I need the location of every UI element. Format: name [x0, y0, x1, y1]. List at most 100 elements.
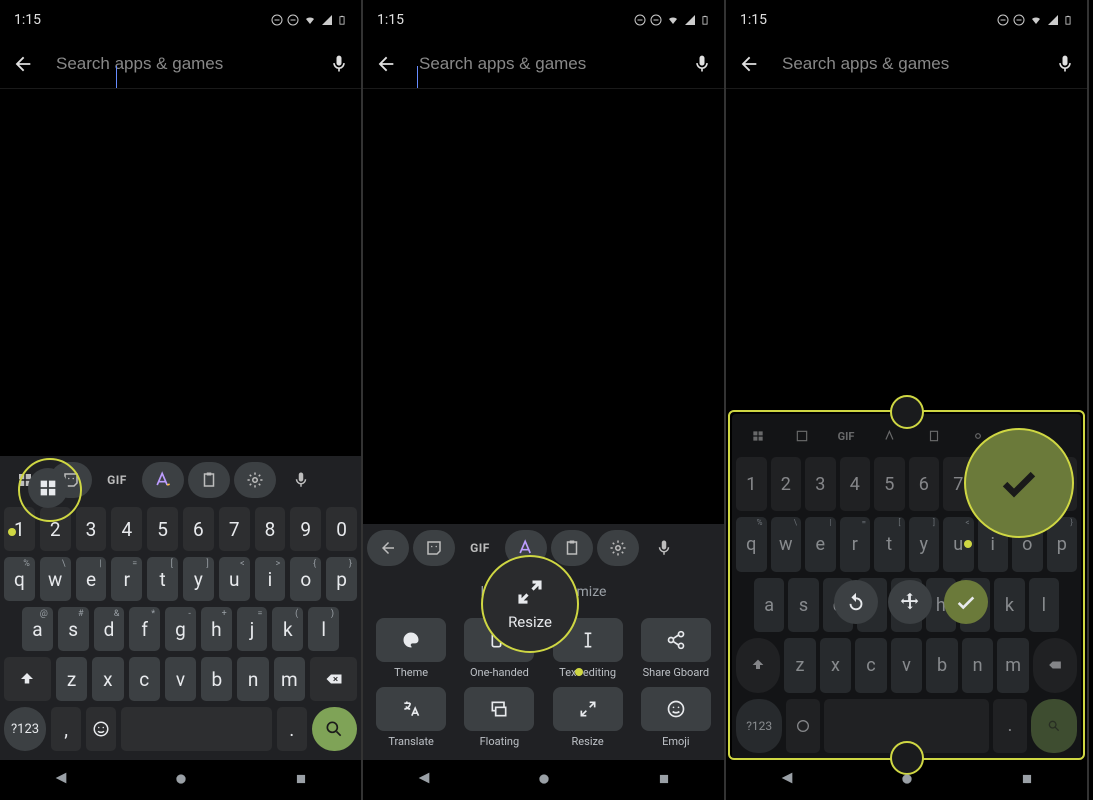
kb-row-num: 1 2 3 4 5 6 7 8 9 0 — [0, 504, 361, 554]
resize-handle-top[interactable] — [890, 395, 924, 429]
search-bar — [0, 40, 361, 89]
battery-icon — [700, 13, 710, 27]
option-resize[interactable]: Resize — [548, 687, 628, 748]
key[interactable]: i> — [255, 557, 286, 601]
option-floating[interactable]: Floating — [459, 687, 539, 748]
back-icon[interactable] — [12, 53, 34, 75]
key[interactable]: t[ — [147, 557, 178, 601]
status-bar: 1:15 — [363, 0, 724, 40]
key[interactable]: p} — [326, 557, 357, 601]
key[interactable]: r= — [111, 557, 142, 601]
key[interactable]: y] — [183, 557, 214, 601]
key[interactable]: 5 — [147, 507, 178, 551]
key[interactable]: c — [129, 657, 160, 701]
gif-button[interactable]: GIF — [96, 462, 138, 498]
key[interactable]: 1 — [4, 507, 35, 551]
key[interactable]: o{ — [290, 557, 321, 601]
key[interactable]: 3 — [76, 507, 107, 551]
nav-home-icon[interactable] — [900, 771, 914, 790]
nav-back-icon[interactable] — [416, 770, 432, 790]
voice-input-icon[interactable] — [280, 462, 322, 498]
mic-icon[interactable] — [329, 54, 349, 74]
mic-icon[interactable] — [1055, 54, 1075, 74]
search-key[interactable] — [312, 707, 357, 751]
settings-icon[interactable] — [597, 530, 639, 566]
option-translate[interactable]: Translate — [371, 687, 451, 748]
resize-bubble-label: Resize — [508, 613, 552, 631]
nav-home-icon[interactable] — [174, 771, 188, 790]
mic-icon[interactable] — [692, 54, 712, 74]
nav-back-icon[interactable] — [779, 770, 795, 790]
dnd-icon — [634, 14, 646, 26]
key[interactable]: u< — [219, 557, 250, 601]
key[interactable]: n — [237, 657, 268, 701]
key[interactable]: s# — [58, 607, 89, 651]
key[interactable]: v — [165, 657, 196, 701]
status-time: 1:15 — [377, 12, 404, 28]
key[interactable]: j= — [237, 607, 268, 651]
key[interactable]: 9 — [290, 507, 321, 551]
back-icon[interactable] — [738, 53, 760, 75]
key[interactable]: 0 — [326, 507, 357, 551]
font-icon[interactable] — [142, 462, 184, 498]
symbols-key[interactable]: ?123 — [4, 707, 46, 751]
nav-back-icon[interactable] — [53, 770, 69, 790]
backspace-key[interactable] — [310, 657, 357, 701]
signal-icon — [321, 14, 333, 26]
options-back-icon[interactable] — [367, 530, 409, 566]
key[interactable]: f* — [129, 607, 160, 651]
wifi-icon — [303, 14, 317, 26]
option-share[interactable]: Share Gboard — [636, 618, 716, 679]
gif-button[interactable]: GIF — [459, 530, 501, 566]
key[interactable]: 7 — [219, 507, 250, 551]
key[interactable]: m — [274, 657, 305, 701]
apps-icon-zoom[interactable] — [28, 468, 68, 508]
clipboard-icon[interactable] — [188, 462, 230, 498]
clipboard-icon[interactable] — [551, 530, 593, 566]
search-input[interactable] — [417, 53, 672, 75]
key[interactable]: h+ — [201, 607, 232, 651]
comma-key[interactable]: , — [51, 707, 81, 751]
key[interactable]: e| — [76, 557, 107, 601]
key[interactable]: x — [92, 657, 123, 701]
key[interactable]: 8 — [255, 507, 286, 551]
settings-icon[interactable] — [234, 462, 276, 498]
option-theme[interactable]: Theme — [371, 618, 451, 679]
key[interactable]: 2 — [40, 507, 71, 551]
space-key[interactable] — [121, 707, 271, 751]
resize-highlight-bubble: Resize — [481, 555, 579, 653]
nav-recent-icon[interactable] — [1020, 771, 1034, 790]
key[interactable]: d& — [94, 607, 125, 651]
period-key[interactable]: . — [277, 707, 307, 751]
shift-key[interactable] — [4, 657, 51, 701]
nav-bar — [726, 760, 1087, 800]
key[interactable]: k( — [272, 607, 303, 651]
search-input[interactable] — [54, 53, 309, 75]
wifi-icon — [666, 14, 680, 26]
key[interactable]: z — [56, 657, 87, 701]
key[interactable]: 4 — [111, 507, 142, 551]
option-emoji[interactable]: Emoji — [636, 687, 716, 748]
dnd2-icon — [650, 14, 662, 26]
key[interactable]: a@ — [22, 607, 53, 651]
voice-input-icon[interactable] — [643, 530, 685, 566]
back-icon[interactable] — [375, 53, 397, 75]
battery-icon — [1063, 13, 1073, 27]
key[interactable]: q% — [4, 557, 35, 601]
nav-recent-icon[interactable] — [657, 771, 671, 790]
sticker-icon[interactable] — [413, 530, 455, 566]
dnd-icon — [997, 14, 1009, 26]
emoji-key[interactable] — [86, 707, 116, 751]
key[interactable]: 6 — [183, 507, 214, 551]
search-input[interactable] — [780, 53, 1035, 75]
battery-icon — [337, 13, 347, 27]
nav-recent-icon[interactable] — [294, 771, 308, 790]
status-bar: 1:15 — [726, 0, 1087, 40]
text-cursor — [116, 66, 117, 88]
key[interactable]: w\ — [40, 557, 71, 601]
key[interactable]: g- — [165, 607, 196, 651]
key[interactable]: b — [201, 657, 232, 701]
key[interactable]: l) — [308, 607, 339, 651]
apps-grid-icon — [37, 477, 59, 499]
nav-home-icon[interactable] — [537, 771, 551, 790]
